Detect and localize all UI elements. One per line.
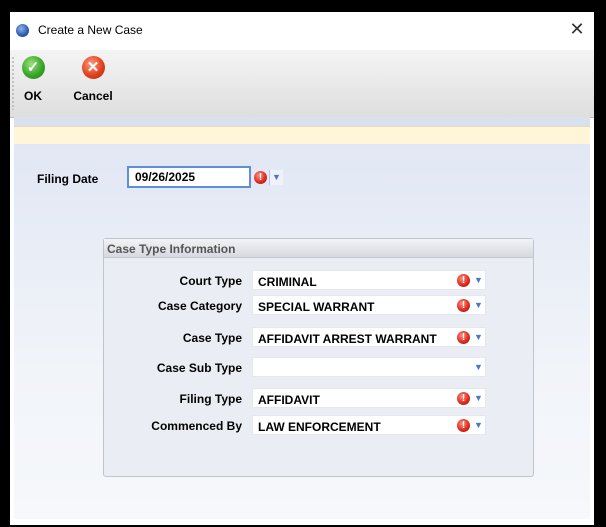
commenced-by-select[interactable]: LAW ENFORCEMENT ! ▼ <box>252 415 486 435</box>
case-type-label: Case Type <box>182 331 242 345</box>
x-icon: ✕ <box>81 56 105 79</box>
case-type-select[interactable]: AFFIDAVIT ARREST WARRANT ! ▼ <box>252 327 486 347</box>
filing-date-input[interactable] <box>127 166 251 188</box>
info-bar <box>14 126 590 145</box>
close-icon[interactable]: ✕ <box>566 18 588 40</box>
filing-type-value: AFFIDAVIT <box>258 393 320 407</box>
window-title: Create a New Case <box>38 23 143 37</box>
form-content: Filing Date ! ▼ Case Type Information Co… <box>14 144 590 519</box>
case-sub-type-select[interactable]: ▼ <box>252 357 486 377</box>
ok-label: OK <box>24 89 42 103</box>
exclamation-icon: ! <box>457 392 470 405</box>
app-globe-icon <box>16 24 29 37</box>
filing-type-row: Filing Type AFFIDAVIT ! ▼ <box>104 388 533 408</box>
triangle-down-icon[interactable]: ▼ <box>472 273 485 288</box>
group-title: Case Type Information <box>107 242 236 256</box>
filing-type-label: Filing Type <box>179 392 242 406</box>
group-header: Case Type Information <box>104 239 533 258</box>
commenced-by-label: Commenced By <box>151 419 242 433</box>
triangle-down-icon[interactable]: ▼ <box>472 298 485 313</box>
case-category-select[interactable]: SPECIAL WARRANT ! ▼ <box>252 295 486 315</box>
create-case-dialog: Create a New Case ✕ ✓ OK ✕ Cancel Filing… <box>10 12 594 525</box>
exclamation-icon: ! <box>457 419 470 432</box>
triangle-down-icon[interactable]: ▼ <box>472 360 485 375</box>
commenced-by-value: LAW ENFORCEMENT <box>258 420 381 434</box>
court-type-value: CRIMINAL <box>258 275 317 289</box>
case-type-value: AFFIDAVIT ARREST WARRANT <box>258 332 437 346</box>
triangle-down-icon[interactable]: ▼ <box>472 418 485 433</box>
ok-button[interactable]: ✓ OK <box>18 56 48 103</box>
triangle-down-icon[interactable]: ▼ <box>472 330 485 345</box>
exclamation-icon: ! <box>457 274 470 287</box>
exclamation-icon: ! <box>254 171 267 184</box>
case-sub-type-label: Case Sub Type <box>156 361 242 375</box>
case-type-row: Case Type AFFIDAVIT ARREST WARRANT ! ▼ <box>104 327 533 347</box>
case-category-label: Case Category <box>157 299 242 313</box>
triangle-down-icon[interactable]: ▼ <box>472 391 485 406</box>
filing-date-label: Filing Date <box>37 172 99 186</box>
exclamation-icon: ! <box>457 299 470 312</box>
exclamation-icon: ! <box>457 331 470 344</box>
case-type-group: Case Type Information Court Type CRIMINA… <box>103 238 534 477</box>
title-bar: Create a New Case ✕ <box>10 12 594 50</box>
cancel-button[interactable]: ✕ Cancel <box>63 56 123 103</box>
court-type-row: Court Type CRIMINAL ! ▼ <box>104 270 533 290</box>
court-type-label: Court Type <box>179 274 242 288</box>
case-category-row: Case Category SPECIAL WARRANT ! ▼ <box>104 295 533 315</box>
toolbar-grip[interactable] <box>12 56 14 110</box>
case-sub-type-row: Case Sub Type ▼ <box>104 357 533 377</box>
court-type-select[interactable]: CRIMINAL ! ▼ <box>252 270 486 290</box>
cancel-label: Cancel <box>73 89 113 103</box>
toolbar: ✓ OK ✕ Cancel <box>10 50 594 118</box>
triangle-down-icon[interactable]: ▼ <box>269 170 283 185</box>
filing-type-select[interactable]: AFFIDAVIT ! ▼ <box>252 388 486 408</box>
case-category-value: SPECIAL WARRANT <box>258 300 375 314</box>
header-strip <box>14 117 590 126</box>
commenced-by-row: Commenced By LAW ENFORCEMENT ! ▼ <box>104 415 533 435</box>
check-icon: ✓ <box>21 56 45 79</box>
